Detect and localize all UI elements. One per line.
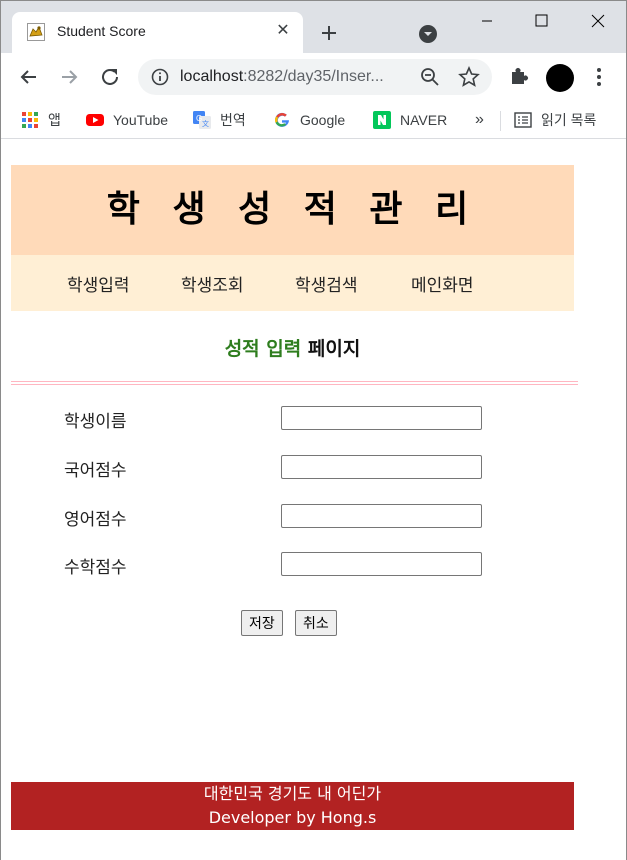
english-score-input[interactable]	[281, 504, 482, 528]
bookmark-star-icon[interactable]	[458, 66, 480, 88]
browser-tab[interactable]: Student Score ✕	[12, 12, 303, 53]
page-heading-rest: 페이지	[307, 338, 361, 360]
field-label: 학생이름	[64, 412, 127, 432]
menu-item-student-list[interactable]: 학생조회	[181, 271, 244, 296]
svg-text:文: 文	[202, 119, 209, 128]
zoom-out-icon[interactable]	[420, 67, 440, 87]
form-row-student-name: 학생이름	[64, 406, 484, 432]
more-menu-icon[interactable]	[591, 67, 607, 87]
maximize-icon[interactable]	[518, 7, 564, 37]
browser-toolbar: localhost:8282/day35/Inser...	[1, 53, 626, 101]
bookmark-naver[interactable]: NAVER	[373, 109, 447, 131]
reading-list-label: 읽기 목록	[541, 112, 597, 128]
page-heading-highlight: 성적 입력	[224, 338, 302, 360]
form-row-math-score: 수학점수	[64, 552, 484, 578]
browser-window: Student Score ✕ localhost:8282/day35/Ins…	[0, 0, 627, 860]
save-button[interactable]: 저장	[241, 610, 283, 636]
translate-icon: G 文	[193, 111, 211, 129]
extensions-puzzle-icon[interactable]	[508, 65, 530, 87]
url-path: :8282/day35/Inser...	[243, 68, 384, 85]
menu-item-student-input[interactable]: 학생입력	[67, 271, 130, 296]
field-label: 수학점수	[64, 558, 127, 578]
bookmark-label: Google	[300, 112, 346, 128]
tab-search-icon[interactable]	[418, 24, 438, 44]
url-text[interactable]: localhost:8282/day35/Inser...	[180, 68, 384, 86]
bookmark-label: 앱	[48, 112, 61, 128]
bookmark-label: YouTube	[113, 112, 169, 128]
menu-item-main-page[interactable]: 메인화면	[411, 271, 474, 296]
bookmark-label: 번역	[220, 112, 246, 128]
window-close-icon[interactable]	[574, 7, 620, 37]
apps-grid-icon	[22, 112, 38, 128]
page-heading: 성적 입력 페이지	[11, 334, 574, 361]
bookmark-label: NAVER	[400, 112, 448, 128]
forward-arrow-icon[interactable]	[57, 65, 81, 89]
site-title: 학 생 성 적 관 리	[106, 189, 479, 230]
address-bar[interactable]: localhost:8282/day35/Inser...	[138, 59, 492, 95]
tab-close-icon[interactable]: ✕	[273, 20, 293, 40]
divider-line	[11, 381, 578, 385]
site-footer: 대한민국 경기도 내 어딘가 Developer by Hong.s	[11, 782, 574, 830]
naver-icon	[373, 111, 391, 129]
form-row-english-score: 영어점수	[64, 504, 484, 530]
profile-avatar[interactable]	[546, 64, 574, 92]
reading-list-icon	[514, 112, 532, 128]
footer-address: 대한민국 경기도 내 어딘가	[203, 784, 382, 803]
cancel-button[interactable]: 취소	[295, 610, 337, 636]
new-tab-plus-icon[interactable]	[317, 21, 341, 45]
bookmarks-separator	[500, 111, 501, 131]
bookmark-translate[interactable]: G 文 번역	[193, 109, 246, 131]
bookmark-apps[interactable]: 앱	[21, 109, 61, 131]
minimize-icon[interactable]	[464, 7, 510, 37]
title-bar: Student Score ✕	[1, 1, 626, 53]
reading-list[interactable]: 읽기 목록	[514, 109, 596, 131]
page-content: 학 생 성 적 관 리 학생입력 학생조회 학생검색 메인화면 성적 입력 페이…	[1, 140, 626, 860]
google-icon	[275, 112, 289, 127]
reload-icon[interactable]	[98, 65, 122, 89]
youtube-icon	[86, 114, 104, 126]
site-header: 학 생 성 적 관 리	[11, 165, 574, 255]
site-info-icon[interactable]	[151, 68, 169, 86]
tab-title: Student Score	[57, 23, 146, 39]
menu-item-student-search[interactable]: 학생검색	[295, 271, 358, 296]
url-host: localhost	[180, 68, 244, 85]
field-label: 국어점수	[64, 461, 127, 481]
bookmark-google[interactable]: Google	[273, 109, 345, 131]
bookmarks-bar: 앱 YouTube G 文 번역 Google NAVER » 읽기 목록	[1, 101, 626, 139]
math-score-input[interactable]	[281, 552, 482, 576]
back-arrow-icon[interactable]	[17, 65, 41, 89]
korean-score-input[interactable]	[281, 455, 482, 479]
main-menu: 학생입력 학생조회 학생검색 메인화면	[11, 255, 574, 311]
tomcat-favicon-icon	[27, 23, 45, 41]
form-row-korean-score: 국어점수	[64, 455, 484, 481]
more-bookmarks-chevron[interactable]: »	[475, 109, 484, 131]
student-name-input[interactable]	[281, 406, 482, 430]
bookmark-youtube[interactable]: YouTube	[86, 109, 168, 131]
field-label: 영어점수	[64, 510, 127, 530]
footer-developer: Developer by Hong.s	[208, 808, 377, 827]
